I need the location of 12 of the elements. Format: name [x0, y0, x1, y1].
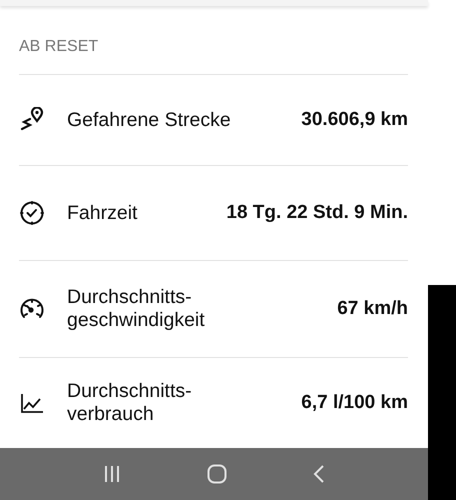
back-icon[interactable]	[312, 464, 326, 484]
stat-label: Fahrzeit	[67, 202, 138, 225]
stat-label: Durchschnitts-verbrauch	[67, 380, 193, 427]
section-title: AB RESET	[19, 6, 408, 76]
stat-label: Gefahrene Strecke	[67, 108, 231, 132]
clock-icon	[19, 200, 45, 226]
stat-value: 6,7 l/100 km	[301, 392, 408, 414]
stat-value: 30.606,9 km	[301, 110, 408, 131]
home-icon[interactable]	[206, 464, 227, 484]
stat-label: Durchschnitts-geschwindigkeit	[67, 286, 206, 333]
stat-value: 67 km/h	[337, 298, 408, 320]
stat-value: 18 Tg. 22 Std. 9 Min.	[226, 202, 408, 224]
